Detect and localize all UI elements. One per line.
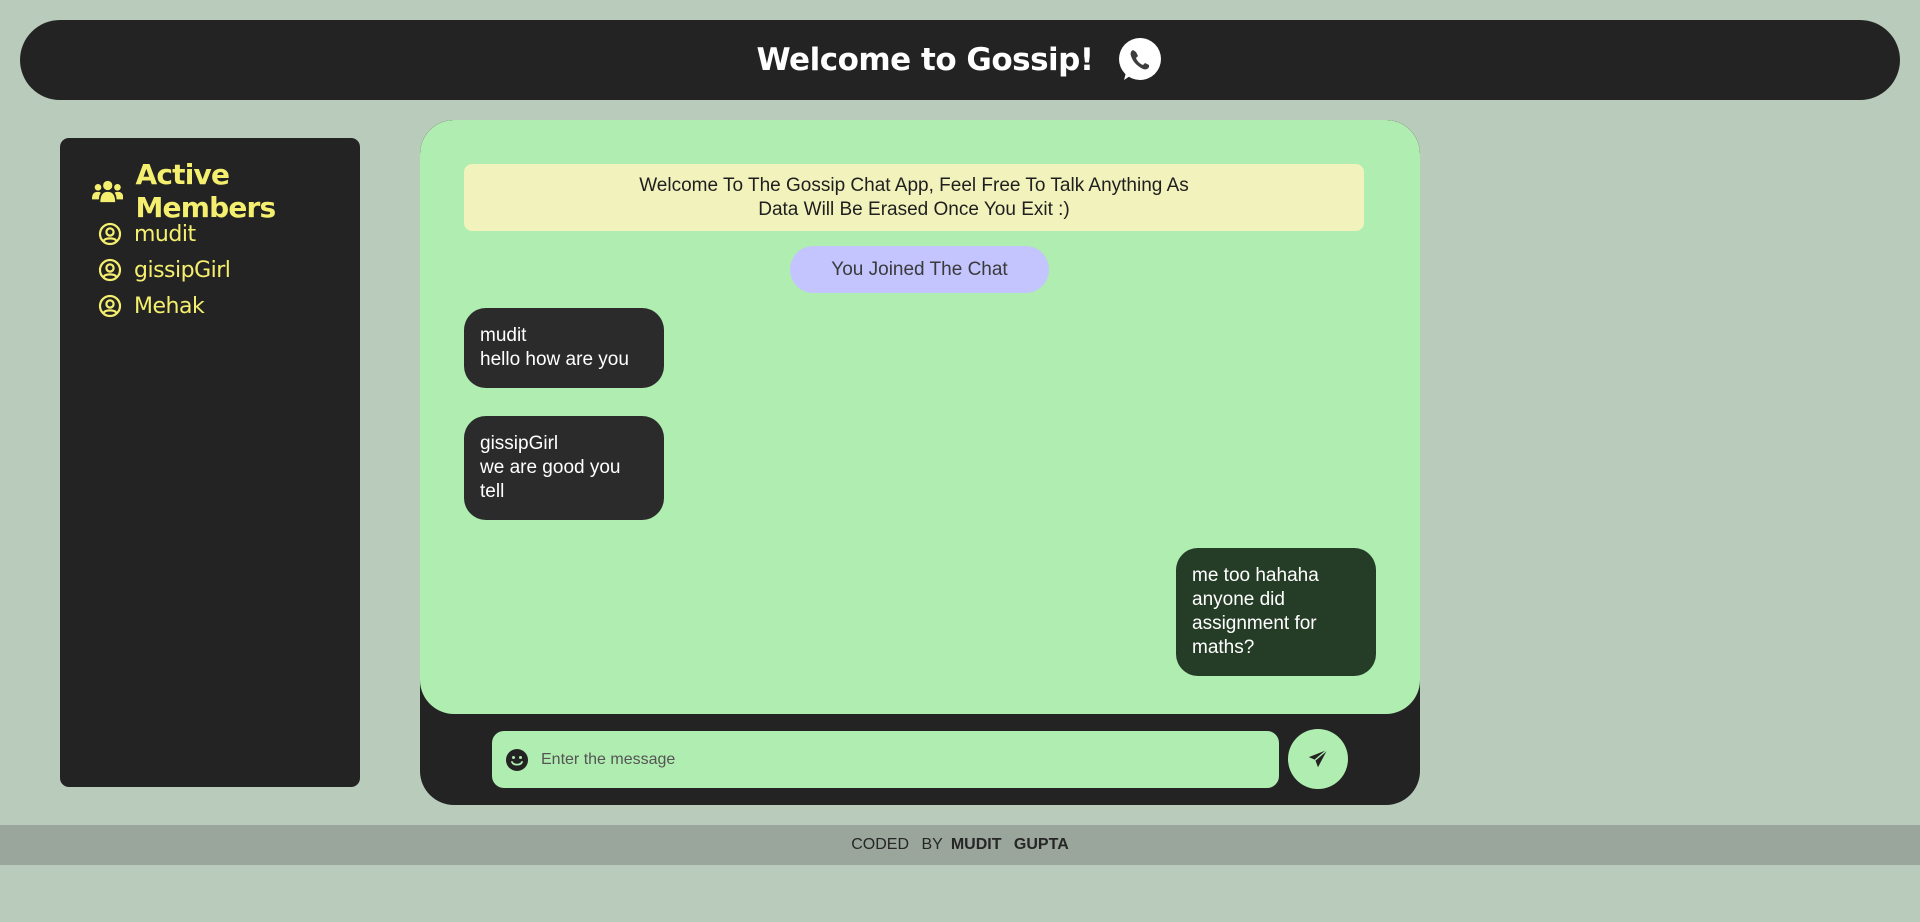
message-text: me too hahaha anyone did assignment for … (1192, 565, 1319, 658)
sidebar-heading-label: Active Members (135, 158, 276, 224)
message-sender: gissipGirl (480, 433, 559, 454)
paper-plane-icon (1308, 749, 1328, 768)
users-icon (92, 180, 124, 203)
member-name: mudit (134, 221, 196, 247)
member-item: gissipGirl (98, 252, 231, 288)
smile-icon[interactable] (505, 748, 529, 772)
welcome-text: Welcome To The Gossip Chat App, Feel Fre… (639, 174, 1189, 220)
whatsapp-phone-icon (1118, 38, 1161, 80)
user-circle-icon (98, 222, 122, 246)
active-members-heading: Active Members (92, 158, 360, 224)
footer: CODED BY MUDIT GUPTA (0, 825, 1920, 865)
member-name: gissipGirl (134, 257, 231, 283)
member-list: mudit gissipGirl Mehak (98, 216, 231, 324)
member-name: Mehak (134, 293, 205, 319)
welcome-banner: Welcome To The Gossip Chat App, Feel Fre… (464, 164, 1364, 231)
message-list[interactable]: Welcome To The Gossip Chat App, Feel Fre… (420, 120, 1420, 714)
message-text: we are good you tell (480, 457, 621, 502)
app-title: Welcome to Gossip! (756, 42, 1094, 78)
message-composer (492, 731, 1279, 788)
message-bubble-outgoing: me too hahaha anyone did assignment for … (1176, 548, 1376, 676)
active-members-panel: Active Members mudit gissipGirl Mehak (60, 138, 360, 787)
footer-prefix: CODED BY (851, 836, 943, 853)
join-notice: You Joined The Chat (790, 246, 1049, 293)
app-header: Welcome to Gossip! (20, 20, 1900, 100)
footer-author: MUDIT GUPTA (950, 836, 1069, 853)
message-text: hello how are you (480, 349, 629, 370)
user-circle-icon (98, 258, 122, 282)
message-bubble-incoming: gissipGirl we are good you tell (464, 416, 664, 520)
member-item: mudit (98, 216, 230, 252)
chat-container: Welcome To The Gossip Chat App, Feel Fre… (420, 120, 1420, 805)
message-input[interactable] (539, 749, 1279, 770)
user-circle-icon (98, 294, 122, 318)
member-item: Mehak (98, 288, 230, 324)
message-sender: mudit (480, 325, 527, 346)
send-button[interactable] (1288, 729, 1348, 789)
message-bubble-incoming: mudit hello how are you (464, 308, 664, 388)
